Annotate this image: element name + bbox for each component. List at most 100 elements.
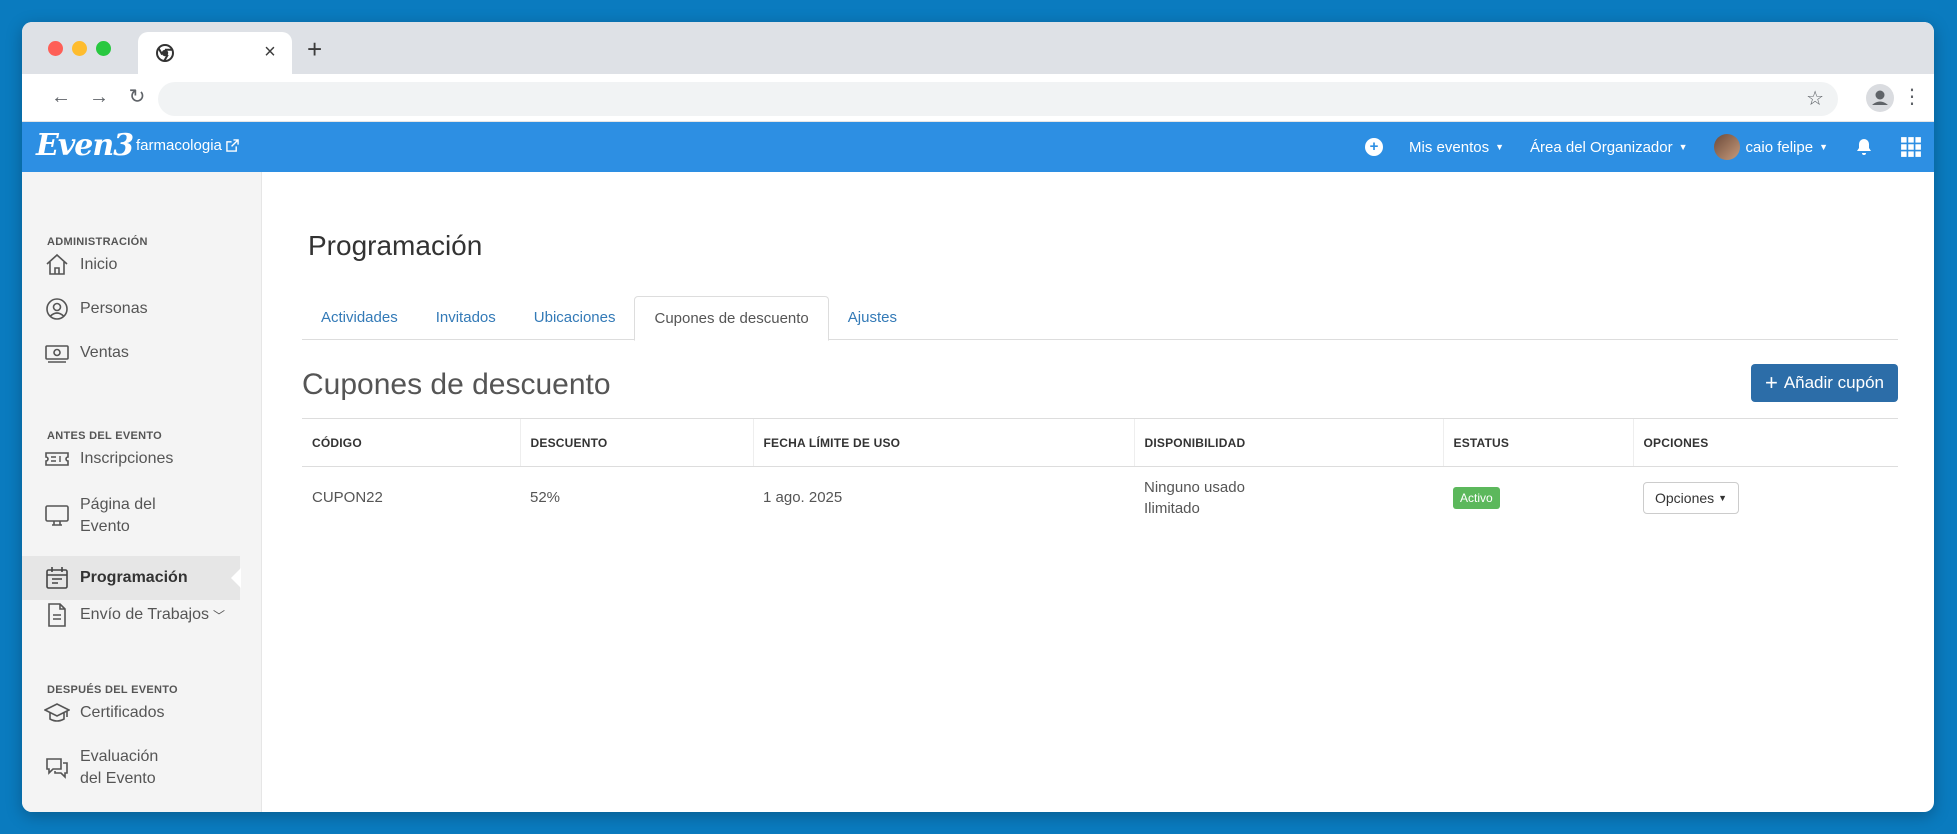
sidebar-item-certificados[interactable]: Certificados <box>44 700 262 726</box>
event-name-link[interactable]: farmacologia <box>136 137 239 154</box>
add-coupon-label: Añadir cupón <box>1783 373 1884 392</box>
user-menu[interactable]: caio felipe ▼ <box>1713 134 1828 160</box>
sidebar-item-inscripciones[interactable]: Inscripciones <box>44 446 262 472</box>
tab-actividades[interactable]: Actividades <box>302 296 417 339</box>
plus-icon: + <box>1764 370 1778 395</box>
create-event-icon[interactable]: + <box>1365 138 1384 156</box>
bell-icon[interactable] <box>1854 137 1874 157</box>
sidebar-item-programacion[interactable]: Programación <box>22 556 241 600</box>
ticket-icon <box>45 452 69 466</box>
caret-down-icon: ▼ <box>1819 142 1828 152</box>
my-events-menu[interactable]: Mis eventos ▼ <box>1409 139 1504 156</box>
bookmark-star-icon[interactable]: ☆ <box>1806 86 1824 111</box>
browser-tab[interactable]: × <box>138 32 292 74</box>
sidebar-item-label: Certificados <box>80 704 165 721</box>
app-header: Even3 farmacologia + Mis eventos ▼ Área … <box>22 122 1934 172</box>
apps-grid-icon[interactable] <box>1900 136 1922 158</box>
availability-used: Ninguno usado <box>1144 478 1245 496</box>
avatar <box>1713 134 1740 160</box>
sidebar-item-envio-trabajos[interactable]: Envío de Trabajos ﹀ <box>44 602 262 628</box>
money-icon <box>45 345 69 363</box>
column-header-disponibilidad: DISPONIBILIDAD <box>1133 418 1443 467</box>
sidebar-section-title: DESPUÉS DEL EVENTO <box>47 684 178 696</box>
forward-icon[interactable]: → <box>86 84 112 110</box>
maximize-window-button[interactable] <box>96 41 111 56</box>
even3-logo[interactable]: Even3 <box>36 128 134 163</box>
chrome-icon <box>156 44 174 62</box>
caret-down-icon: ▼ <box>1718 492 1728 503</box>
organizer-area-label: Área del Organizador <box>1530 138 1673 156</box>
profile-avatar-icon[interactable] <box>1866 84 1894 112</box>
graduation-cap-icon <box>44 703 70 722</box>
window-controls <box>48 41 111 56</box>
page-title: Programación <box>308 230 483 261</box>
close-window-button[interactable] <box>48 41 63 56</box>
sidebar-item-label: Inicio <box>80 256 118 273</box>
browser-menu-icon[interactable]: ⋮ <box>1902 84 1922 109</box>
monitor-icon <box>45 505 69 526</box>
column-header-codigo: CÓDIGO <box>302 418 520 467</box>
back-icon[interactable]: ← <box>48 84 74 110</box>
user-circle-icon <box>46 298 68 320</box>
document-icon <box>48 603 66 627</box>
calendar-icon <box>46 567 68 589</box>
sidebar-item-personas[interactable]: Personas <box>44 296 262 322</box>
status-badge: Activo <box>1453 486 1500 509</box>
user-name-label: caio felipe <box>1745 138 1814 156</box>
browser-window: × + ← → ↻ ☆ ⋮ Even3 farmacologia + Mis e… <box>22 22 1934 812</box>
options-label: Opciones <box>1655 489 1715 506</box>
sidebar-item-inicio[interactable]: Inicio <box>44 252 262 278</box>
header-menu: + Mis eventos ▼ Área del Organizador ▼ c… <box>1365 122 1922 172</box>
tab-strip: × + <box>22 22 1934 74</box>
cell-availability: Ninguno usado Ilimitado <box>1134 467 1443 529</box>
cell-status: Activo <box>1443 467 1633 529</box>
address-bar[interactable]: ☆ <box>158 82 1838 116</box>
sidebar-item-pagina-evento[interactable]: Página del Evento <box>44 494 262 538</box>
organizer-area-menu[interactable]: Área del Organizador ▼ <box>1530 139 1688 156</box>
sidebar-item-evaluacion[interactable]: Evaluación del Evento <box>44 746 262 790</box>
column-header-fecha: FECHA LÍMITE DE USO <box>752 418 1134 467</box>
sidebar-item-label-group: Evaluación del Evento <box>80 746 158 790</box>
table-header-row: CÓDIGO DESCUENTO FECHA LÍMITE DE USO DIS… <box>302 418 1898 467</box>
chat-icon <box>46 758 68 779</box>
event-name-label: farmacologia <box>136 137 222 154</box>
reload-icon[interactable]: ↻ <box>124 84 150 110</box>
tab-invitados[interactable]: Invitados <box>417 296 515 339</box>
cell-deadline: 1 ago. 2025 <box>763 489 843 507</box>
column-header-opciones: OPCIONES <box>1632 418 1898 467</box>
sidebar-item-ventas[interactable]: Ventas <box>44 340 262 366</box>
sidebar-item-label: Personas <box>80 300 148 317</box>
sidebar-item-label: Inscripciones <box>80 450 174 467</box>
add-coupon-button[interactable]: + Añadir cupón <box>1750 364 1898 402</box>
chevron-down-icon: ﹀ <box>212 608 225 623</box>
new-tab-button[interactable]: + <box>307 36 322 62</box>
tab-ajustes[interactable]: Ajustes <box>829 296 916 339</box>
sidebar-section-title: ANTES DEL EVENTO <box>47 430 163 442</box>
tab-cupones[interactable]: Cupones de descuento <box>634 296 829 341</box>
coupons-table: CÓDIGO DESCUENTO FECHA LÍMITE DE USO DIS… <box>302 418 1898 529</box>
tab-ubicaciones[interactable]: Ubicaciones <box>515 296 635 339</box>
browser-toolbar: ← → ↻ ☆ ⋮ <box>22 74 1934 122</box>
sidebar-item-label: Envío de Trabajos <box>80 606 209 623</box>
main-content: Programación Actividades Invitados Ubica… <box>262 172 1934 812</box>
cell-code: CUPON22 <box>312 489 383 507</box>
close-tab-icon[interactable]: × <box>260 40 280 64</box>
my-events-label: Mis eventos <box>1409 138 1490 156</box>
sidebar-item-label-group: Página del Evento <box>80 494 156 538</box>
sidebar-item-label: Programación <box>80 569 188 586</box>
sidebar-item-label-line2: del Evento <box>80 770 156 787</box>
cell-discount: 52% <box>530 489 561 507</box>
caret-down-icon: ▼ <box>1495 142 1505 152</box>
sidebar-item-label: Evaluación <box>80 748 159 765</box>
sidebar-item-label: Página del <box>80 496 156 513</box>
column-header-descuento: DESCUENTO <box>519 418 753 467</box>
column-header-estatus: ESTATUS <box>1442 418 1633 467</box>
sidebar-item-label-line2: Evento <box>80 518 130 535</box>
table-row: CUPON22 52% 1 ago. 2025 Ninguno usado Il… <box>302 467 1898 529</box>
section-title: Cupones de descuento <box>302 368 611 401</box>
minimize-window-button[interactable] <box>72 41 87 56</box>
options-dropdown-button[interactable]: Opciones ▼ <box>1643 481 1740 514</box>
external-link-icon <box>226 139 239 152</box>
sidebar-section-title: ADMINISTRACIÓN <box>47 236 148 248</box>
page-body: ADMINISTRACIÓN Inicio Personas Ventas AN… <box>22 172 1934 812</box>
